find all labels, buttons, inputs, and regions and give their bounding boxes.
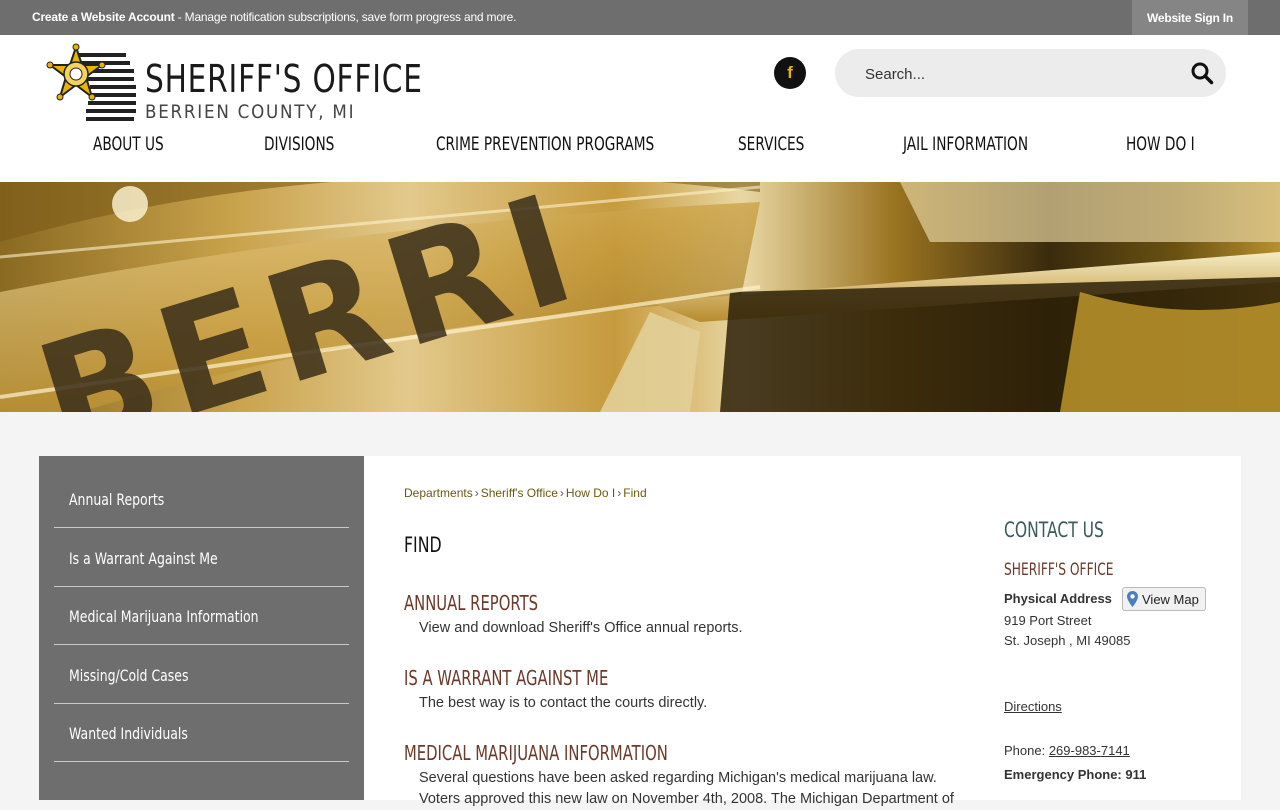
phone-link[interactable]: 269-983-7141	[1049, 743, 1130, 758]
address-city: St. Joseph , MI 49085	[1004, 633, 1131, 648]
physical-address-label: Physical Address	[1004, 591, 1112, 606]
account-notice-text: - Manage notification subscriptions, sav…	[174, 10, 517, 24]
breadcrumb-separator: ›	[474, 486, 479, 500]
entry-description: The best way is to contact the courts di…	[419, 695, 708, 711]
sidebar-item-wanted-individuals[interactable]: Wanted Individuals	[54, 703, 349, 762]
logo-title: SHERIFF'S OFFICE	[145, 57, 423, 101]
nav-divisions[interactable]: DIVISIONS	[264, 133, 334, 155]
sidebar-item-label: Annual Reports	[69, 490, 165, 509]
contact-panel: CONTACT US SHERIFF'S OFFICE Physical Add…	[1004, 456, 1234, 800]
breadcrumb-sheriffs-office[interactable]: Sheriff's Office	[481, 486, 558, 500]
sidebar-menu: Annual Reports Is a Warrant Against Me M…	[39, 456, 364, 800]
breadcrumb-how-do-i[interactable]: How Do I	[566, 486, 615, 500]
search-icon[interactable]	[1190, 61, 1214, 85]
breadcrumb-find[interactable]: Find	[623, 486, 646, 500]
directions-link-wrap: Directions	[1004, 699, 1062, 714]
sidebar-item-label: Missing/Cold Cases	[69, 666, 189, 685]
contact-org-name: SHERIFF'S OFFICE	[1004, 560, 1114, 580]
phone-label: Phone:	[1004, 743, 1049, 758]
account-notice: Create a Website Account - Manage notifi…	[32, 10, 516, 24]
site-header: SHERIFF'S OFFICE BERRIEN COUNTY, MI f AB…	[0, 35, 1280, 182]
website-sign-in-button[interactable]: Website Sign In	[1132, 0, 1248, 35]
nav-how-do-i[interactable]: HOW DO I	[1126, 133, 1195, 155]
breadcrumb-separator: ›	[617, 486, 622, 500]
top-notification-bar: Create a Website Account - Manage notifi…	[0, 0, 1280, 35]
sidebar-item-warrant[interactable]: Is a Warrant Against Me	[54, 528, 349, 587]
breadcrumb-departments[interactable]: Departments	[404, 486, 473, 500]
entry-description: View and download Sheriff's Office annua…	[419, 620, 743, 636]
entry-title-annual-reports[interactable]: ANNUAL REPORTS	[404, 591, 538, 615]
entry-title-medical-marijuana[interactable]: MEDICAL MARIJUANA INFORMATION	[404, 741, 668, 765]
phone-line: Phone: 269-983-7141	[1004, 743, 1130, 758]
view-map-label: View Map	[1142, 591, 1199, 607]
sidebar-item-annual-reports[interactable]: Annual Reports	[54, 469, 349, 528]
entry-description: Several questions have been asked regard…	[419, 770, 954, 807]
breadcrumb-separator: ›	[559, 486, 564, 500]
page-title: FIND	[404, 533, 442, 557]
main-navigation: ABOUT US DIVISIONS CRIME PREVENTION PROG…	[0, 133, 1280, 163]
search-input[interactable]	[863, 61, 1167, 87]
address-street: 919 Port Street	[1004, 613, 1092, 628]
search-box	[835, 49, 1226, 97]
sidebar-item-label: Medical Marijuana Information	[69, 607, 259, 626]
sidebar-item-label: Is a Warrant Against Me	[69, 549, 218, 568]
map-pin-icon	[1127, 591, 1138, 607]
sidebar-item-label: Wanted Individuals	[69, 724, 188, 743]
hero-badge-image: BERRI	[0, 182, 1280, 412]
directions-link[interactable]: Directions	[1004, 699, 1062, 714]
sheriff-badge-icon	[46, 43, 136, 121]
sidebar-item-missing-cold-cases[interactable]: Missing/Cold Cases	[54, 645, 349, 704]
emergency-phone: Emergency Phone: 911	[1004, 767, 1147, 782]
contact-heading: CONTACT US	[1004, 518, 1104, 542]
main-content: Departments › Sheriff's Office › How Do I › Fi…	[364, 456, 1241, 807]
facebook-icon[interactable]: f	[774, 57, 806, 89]
view-map-button[interactable]: View Map	[1122, 587, 1206, 611]
create-account-link[interactable]: Create a Website Account	[32, 10, 175, 24]
sidebar-item-medical-marijuana[interactable]: Medical Marijuana Information	[54, 586, 349, 645]
site-logo[interactable]: SHERIFF'S OFFICE BERRIEN COUNTY, MI	[46, 43, 422, 129]
nav-crime-prevention-programs[interactable]: CRIME PREVENTION PROGRAMS	[436, 133, 654, 155]
nav-jail-information[interactable]: JAIL INFORMATION	[903, 133, 1028, 155]
nav-about-us[interactable]: ABOUT US	[93, 133, 164, 155]
logo-subtitle: BERRIEN COUNTY, MI	[145, 101, 356, 123]
breadcrumb: Departments › Sheriff's Office › How Do I › Fi…	[404, 486, 647, 500]
nav-services[interactable]: SERVICES	[738, 133, 804, 155]
entry-title-warrant[interactable]: IS A WARRANT AGAINST ME	[404, 666, 608, 690]
